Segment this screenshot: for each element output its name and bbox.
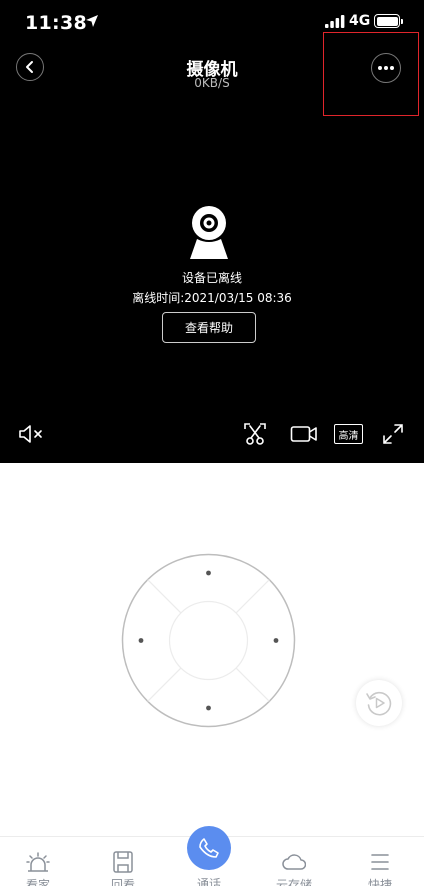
offline-time: 离线时间:2021/03/15 08:36: [132, 291, 292, 305]
view-help-button[interactable]: 查看帮助: [162, 312, 256, 343]
location-arrow-icon: [86, 15, 98, 27]
expand-icon: [383, 424, 403, 444]
tab-playback-label: 回看: [110, 878, 135, 886]
scissors-icon: [244, 423, 266, 445]
more-button[interactable]: [371, 53, 401, 83]
highlight-box: [323, 32, 419, 116]
fullscreen-button[interactable]: [380, 421, 406, 447]
replay-icon: [366, 691, 392, 716]
menu-lines-icon: [371, 854, 389, 870]
status-time: 11:38: [25, 12, 87, 34]
phone-icon: [199, 838, 219, 858]
camera-device-icon: [190, 206, 228, 259]
speaker-mute-icon: [19, 425, 42, 443]
ptz-down-dot[interactable]: [206, 705, 211, 711]
tab-call-label: 通话: [196, 877, 221, 886]
screenshot-button[interactable]: [242, 421, 268, 447]
tab-cloud[interactable]: 云存储: [259, 837, 329, 886]
record-button[interactable]: [290, 423, 318, 445]
ptz-left-dot[interactable]: [138, 638, 144, 643]
tab-playback[interactable]: 回看: [88, 837, 158, 886]
call-button[interactable]: [187, 826, 231, 870]
replay-button[interactable]: [356, 680, 402, 726]
video-area: 11:38 4G 摄像机 0KB/S 设备已离线 离线时间:2021/03/15…: [0, 0, 424, 463]
network-label: 4G: [349, 13, 371, 29]
hd-quality-button[interactable]: 高清: [334, 424, 363, 444]
more-dots-icon: [378, 66, 394, 70]
alarm-light-icon: [26, 852, 50, 872]
mute-button[interactable]: [16, 421, 46, 447]
battery-icon: [374, 14, 403, 28]
tab-shortcut[interactable]: 快捷: [345, 837, 415, 886]
offline-message: 设备已离线: [181, 271, 242, 285]
tab-shortcut-label: 快捷: [367, 878, 392, 886]
ptz-right-dot[interactable]: [273, 638, 279, 643]
tab-cloud-label: 云存储: [275, 878, 312, 886]
tab-home-label: 看家: [25, 878, 50, 886]
save-disk-icon: [113, 851, 133, 873]
video-camera-icon: [290, 426, 317, 442]
ptz-direction-pad[interactable]: [121, 553, 296, 728]
signal-icon: [325, 15, 345, 28]
cloud-icon: [282, 854, 306, 870]
tab-home[interactable]: 看家: [3, 837, 73, 886]
ptz-up-dot[interactable]: [206, 570, 211, 576]
